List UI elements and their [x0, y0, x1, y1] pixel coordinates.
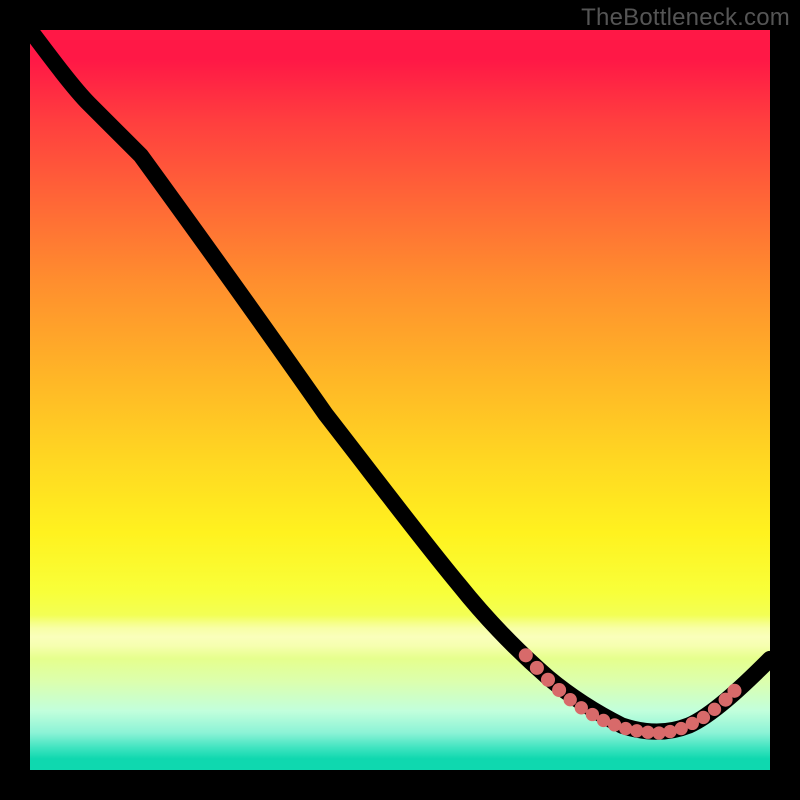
plot-area	[30, 30, 770, 770]
curve-overlay	[30, 30, 770, 770]
low-region-dots	[519, 648, 742, 739]
chart-frame: TheBottleneck.com	[0, 0, 800, 800]
bottleneck-curve	[30, 30, 770, 732]
watermark-text: TheBottleneck.com	[581, 4, 790, 32]
